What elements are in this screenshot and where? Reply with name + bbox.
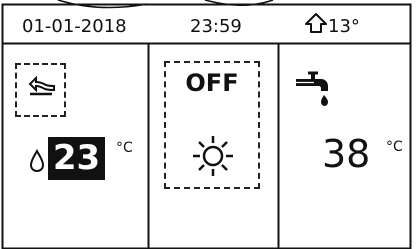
- tap-icon: [296, 71, 328, 106]
- heat-pump-mode-icon: [28, 75, 55, 96]
- hvac-controller-screen: 01-01-2018 23:59 13° 23 °C OFF 38 °C: [0, 0, 416, 249]
- home-outdoor-icon: [305, 13, 327, 33]
- date-display: 01-01-2018: [22, 16, 127, 37]
- outdoor-temperature: 13°: [328, 16, 360, 37]
- space-heating-setpoint[interactable]: 23: [48, 137, 105, 180]
- power-status: OFF: [185, 69, 239, 97]
- mode-toggle-button[interactable]: OFF: [164, 61, 260, 189]
- domestic-hot-water-temperature[interactable]: 38: [322, 132, 370, 176]
- time-display: 23:59: [190, 16, 242, 37]
- temperature-unit: °C: [116, 140, 133, 156]
- dhw-temperature-unit: °C: [386, 139, 403, 155]
- space-heating-mode-button[interactable]: [15, 63, 66, 117]
- sun-icon: [193, 136, 233, 176]
- water-drop-icon: [29, 149, 45, 173]
